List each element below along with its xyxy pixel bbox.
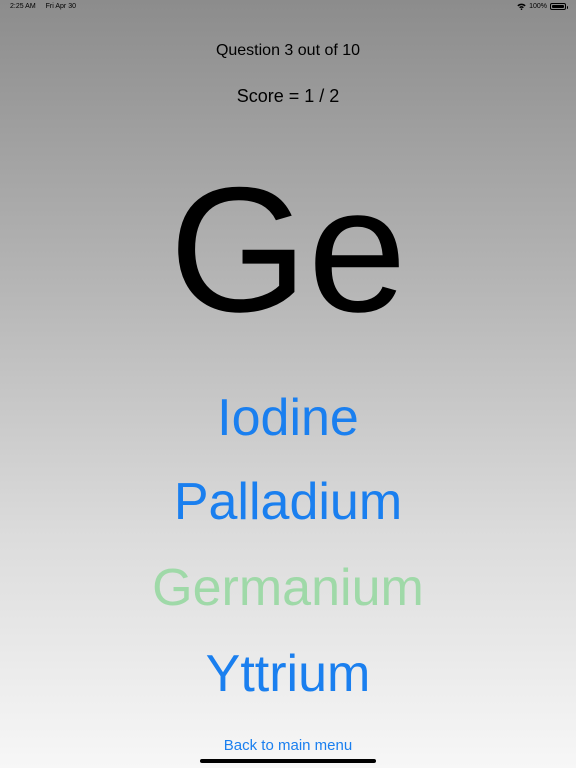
answer-option-germanium[interactable]: Germanium — [0, 558, 576, 618]
element-symbol: Ge — [169, 150, 407, 349]
battery-fill — [552, 5, 564, 8]
back-to-main-menu-link[interactable]: Back to main menu — [0, 737, 576, 754]
status-right: 100% — [517, 3, 568, 10]
battery-percent: 100% — [529, 3, 547, 10]
question-progress: Question 3 out of 10 — [215, 42, 361, 59]
score-label: Score = 1 / 2 — [236, 86, 340, 106]
status-date: Fri Apr 30 — [45, 3, 76, 10]
status-left: 2:25 AM Fri Apr 30 — [10, 3, 76, 10]
answer-option-palladium[interactable]: Palladium — [0, 472, 576, 532]
status-bar: 2:25 AM Fri Apr 30 100% — [0, 0, 576, 14]
answer-option-yttrium[interactable]: Yttrium — [0, 644, 576, 704]
battery-icon — [550, 3, 568, 10]
home-indicator[interactable] — [200, 759, 376, 763]
wifi-icon — [517, 3, 526, 10]
status-time: 2:25 AM — [10, 3, 36, 10]
answer-option-iodine[interactable]: Iodine — [0, 388, 576, 448]
